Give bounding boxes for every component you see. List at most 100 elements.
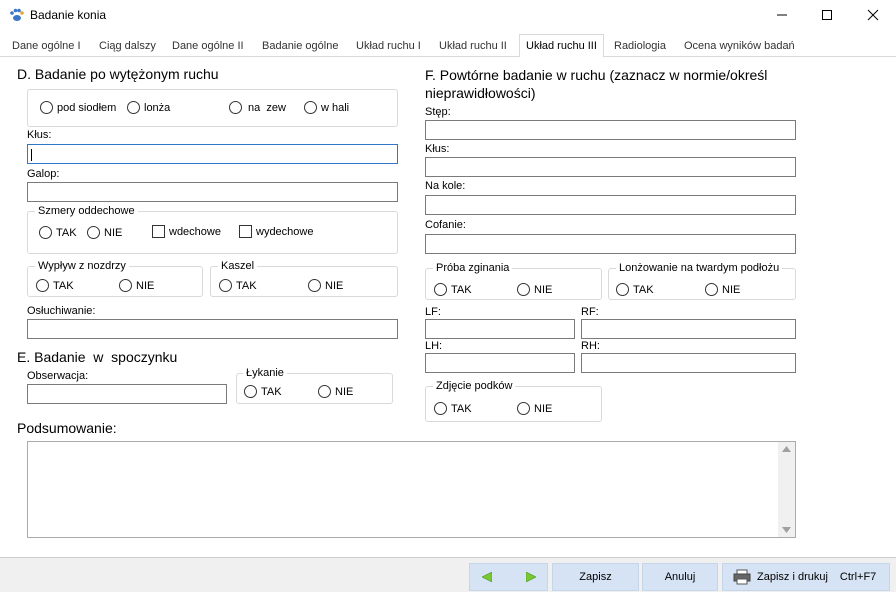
- cofanie-input[interactable]: [425, 234, 796, 254]
- section-f-title: F. Powtórne badanie w ruchu (zaznacz w n…: [425, 67, 768, 101]
- textarea-scrollbar[interactable]: [778, 442, 795, 537]
- podsumowanie-textarea[interactable]: [27, 441, 796, 538]
- minimize-icon: [776, 14, 787, 16]
- kaszel-legend: Kaszel: [218, 260, 258, 272]
- galop-label: Galop:: [27, 168, 60, 180]
- lf-label: LF:: [425, 306, 441, 318]
- tab-strip: Dane ogólne I Ciąg dalszy Dane ogólne II…: [0, 34, 896, 58]
- tab-ciag-dalszy[interactable]: Ciąg dalszy: [93, 36, 162, 57]
- szmery-tak-radio[interactable]: TAK: [39, 226, 77, 239]
- proba-tak-radio[interactable]: TAK: [434, 283, 472, 296]
- wdechowe-checkbox[interactable]: wdechowe: [152, 225, 221, 238]
- tab-dane-ogolne-2[interactable]: Dane ogólne II: [166, 36, 250, 57]
- zdjecie-nie-radio[interactable]: NIE: [517, 402, 552, 415]
- tab-radiologia[interactable]: Radiologia: [608, 36, 672, 57]
- arrow-left-icon[interactable]: [481, 572, 492, 582]
- lonzowanie-tak-radio[interactable]: TAK: [616, 283, 654, 296]
- radio-circle: [229, 101, 242, 114]
- window-title: Badanie konia: [30, 8, 107, 22]
- proba-legend: Próba zginania: [433, 262, 513, 274]
- rh-label: RH:: [581, 340, 600, 352]
- kaszel-nie-radio[interactable]: NIE: [308, 279, 343, 292]
- zdjecie-legend: Zdjęcie podków: [433, 380, 516, 392]
- f-klus-label: Kłus:: [425, 143, 450, 155]
- lykanie-nie-radio[interactable]: NIE: [318, 385, 353, 398]
- stepa-input[interactable]: [425, 120, 796, 140]
- radio-circle: [127, 101, 140, 114]
- shortcut-label: Ctrl+F7: [839, 571, 877, 583]
- close-button[interactable]: [850, 0, 895, 30]
- radio-circle: [434, 283, 447, 296]
- section-e-title: E. Badanie w spoczynku: [17, 349, 178, 365]
- f-klus-input[interactable]: [425, 157, 796, 177]
- tab-dane-ogolne-1[interactable]: Dane ogólne I: [6, 36, 87, 57]
- cofanie-label: Cofanie:: [425, 219, 466, 231]
- lf-input[interactable]: [425, 319, 575, 339]
- radio-lonza[interactable]: lonża: [127, 101, 170, 114]
- radio-circle: [308, 279, 321, 292]
- navigation-buttons: [469, 563, 548, 591]
- minimize-button[interactable]: [759, 0, 804, 30]
- wydechowe-checkbox[interactable]: wydechowe: [239, 225, 313, 238]
- zdjecie-tak-radio[interactable]: TAK: [434, 402, 472, 415]
- lonzowanie-legend: Lonżowanie na twardym podłożu: [616, 262, 783, 274]
- zapisz-button[interactable]: Zapisz: [552, 563, 639, 591]
- szmery-legend: Szmery oddechowe: [35, 205, 138, 217]
- lh-input[interactable]: [425, 353, 575, 373]
- close-icon: [867, 9, 878, 21]
- text-caret: [31, 149, 32, 161]
- galop-input[interactable]: [27, 182, 398, 202]
- arrow-right-icon[interactable]: [525, 572, 536, 582]
- proba-nie-radio[interactable]: NIE: [517, 283, 552, 296]
- radio-circle: [40, 101, 53, 114]
- obserwacja-input[interactable]: [27, 384, 227, 404]
- wyplyw-nie-radio[interactable]: NIE: [119, 279, 154, 292]
- lykanie-legend: Łykanie: [243, 367, 287, 379]
- radio-circle: [39, 226, 52, 239]
- radio-circle: [36, 279, 49, 292]
- rf-label: RF:: [581, 306, 599, 318]
- zapisz-drukuj-button[interactable]: Zapisz i drukuj Ctrl+F7: [722, 563, 890, 591]
- radio-circle: [517, 283, 530, 296]
- tab-badanie-ogolne[interactable]: Badanie ogólne: [256, 36, 344, 57]
- osluchiwanie-label: Osłuchiwanie:: [27, 305, 96, 317]
- radio-circle: [434, 402, 447, 415]
- radio-circle: [318, 385, 331, 398]
- maximize-button[interactable]: [804, 0, 849, 30]
- nakole-input[interactable]: [425, 195, 796, 215]
- tab-uklad-ruchu-3[interactable]: Układ ruchu III: [519, 34, 604, 58]
- scroll-down-icon[interactable]: [782, 527, 791, 533]
- stepa-label: Stęp:: [425, 106, 451, 118]
- radio-w-hali[interactable]: w hali: [304, 101, 349, 114]
- tab-uklad-ruchu-2[interactable]: Układ ruchu II: [433, 36, 513, 57]
- radio-pod-siodlem[interactable]: pod siodłem: [40, 101, 116, 114]
- title-bar: Badanie konia: [0, 0, 896, 31]
- tab-uklad-ruchu-1[interactable]: Układ ruchu I: [350, 36, 427, 57]
- radio-circle: [616, 283, 629, 296]
- podsumowanie-label: Podsumowanie:: [17, 420, 117, 436]
- paw-app-icon: [9, 7, 25, 23]
- radio-circle: [244, 385, 257, 398]
- klus-input[interactable]: [27, 144, 398, 164]
- form-panel: D. Badanie po wytężonym ruchu pod siodłe…: [0, 57, 896, 557]
- rf-input[interactable]: [581, 319, 796, 339]
- radio-na-zew[interactable]: na zew: [229, 101, 286, 114]
- klus-label: Kłus:: [27, 129, 52, 141]
- printer-icon: [733, 569, 751, 585]
- szmery-nie-radio[interactable]: NIE: [87, 226, 122, 239]
- anuluj-button[interactable]: Anuluj: [642, 563, 718, 591]
- kaszel-tak-radio[interactable]: TAK: [219, 279, 257, 292]
- tab-ocena-wynikow[interactable]: Ocena wyników badań: [678, 36, 801, 57]
- osluchiwanie-input[interactable]: [27, 319, 398, 339]
- checkbox-box: [239, 225, 252, 238]
- radio-circle: [119, 279, 132, 292]
- scroll-up-icon[interactable]: [782, 446, 791, 452]
- radio-circle: [304, 101, 317, 114]
- rh-input[interactable]: [581, 353, 796, 373]
- lonzowanie-nie-radio[interactable]: NIE: [705, 283, 740, 296]
- checkbox-box: [152, 225, 165, 238]
- wyplyw-tak-radio[interactable]: TAK: [36, 279, 74, 292]
- radio-circle: [219, 279, 232, 292]
- lykanie-tak-radio[interactable]: TAK: [244, 385, 282, 398]
- obserwacja-label: Obserwacja:: [27, 370, 89, 382]
